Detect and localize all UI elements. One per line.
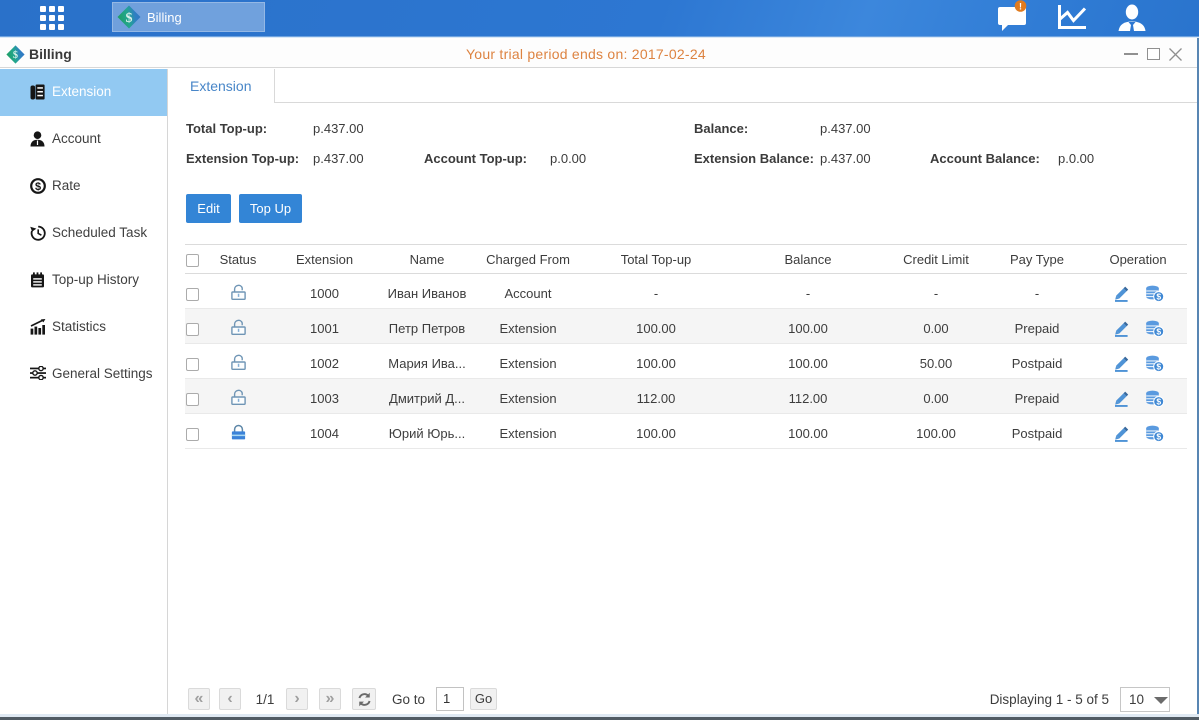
svg-text:$: $ — [1156, 326, 1161, 336]
svg-text:$: $ — [1156, 291, 1161, 301]
svg-text:$: $ — [1156, 396, 1161, 406]
svg-text:$: $ — [35, 181, 41, 193]
svg-text:!: ! — [1019, 2, 1022, 12]
svg-text:$: $ — [13, 50, 18, 61]
svg-text:$: $ — [1156, 361, 1161, 371]
svg-text:$: $ — [126, 11, 133, 26]
svg-text:$: $ — [1156, 431, 1161, 441]
